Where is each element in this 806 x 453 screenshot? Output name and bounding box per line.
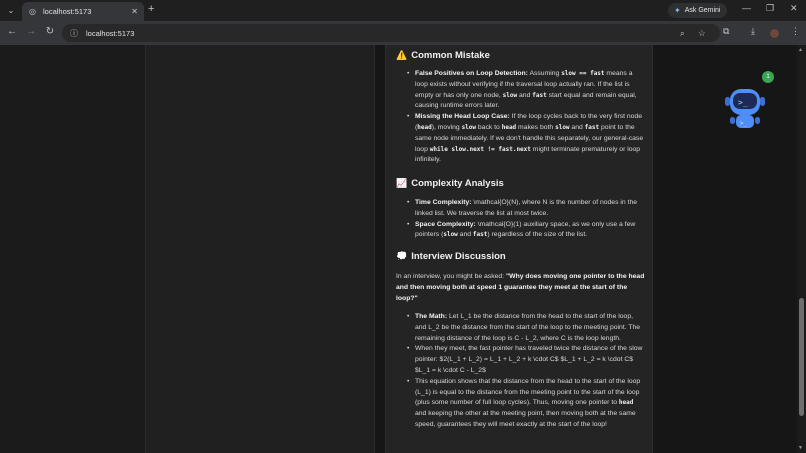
inline-code: while slow.next != fast.next xyxy=(429,145,531,153)
text: In an interview, you might be asked: xyxy=(396,273,506,280)
text: When they meet, the fast pointer has tra… xyxy=(415,345,643,374)
reload-icon[interactable]: ↻ xyxy=(43,26,57,37)
browser-window: ⌄ ◎ localhost:5173 ✕ + ✦ Ask Gemini — ❐ … xyxy=(0,0,806,453)
inline-code: slow xyxy=(443,231,458,239)
warning-icon: ⚠️ xyxy=(396,50,408,60)
text: Assuming xyxy=(527,70,562,77)
text: This equation shows that the distance fr… xyxy=(415,377,641,407)
interview-intro: In an interview, you might be asked: "Wh… xyxy=(396,272,646,304)
inline-code: slow xyxy=(555,123,570,131)
url-text: localhost:5173 xyxy=(86,28,135,38)
chart-increasing-icon: 📈 xyxy=(396,178,408,188)
text: and xyxy=(569,123,585,131)
site-info-icon[interactable]: ⓘ xyxy=(70,28,80,39)
globe-icon: ◎ xyxy=(29,7,36,16)
heading-text: Interview Discussion xyxy=(411,251,506,262)
text: and xyxy=(517,91,533,99)
item-heading: False Positives on Loop Detection: xyxy=(415,70,528,77)
list-item: When they meet, the fast pointer has tra… xyxy=(407,344,646,376)
inline-code: slow xyxy=(461,123,477,131)
list-item: Time Complexity: \mathcal{O}(N), where N… xyxy=(407,198,646,220)
common-mistake-heading: ⚠️ Common Mistake xyxy=(396,50,490,61)
svg-text:>_: >_ xyxy=(738,98,748,107)
inline-code: head xyxy=(501,123,517,131)
scroll-up-arrow-icon[interactable]: ▲ xyxy=(798,47,803,53)
text: ) regardless of the size of the list. xyxy=(487,231,588,239)
svg-text:>_: >_ xyxy=(740,120,748,127)
page-scrollbar[interactable]: ▲ ▼ xyxy=(797,45,806,453)
back-arrow-icon[interactable]: ← xyxy=(5,26,19,37)
item-heading: Space Complexity: xyxy=(415,220,476,228)
text: and keeping the other at the meeting poi… xyxy=(415,410,636,428)
item-heading: Missing the Head Loop Case: xyxy=(415,113,510,121)
ask-gemini-label: Ask Gemini xyxy=(684,7,721,14)
tab-search-icon[interactable]: ⌄ xyxy=(4,3,18,17)
download-icon[interactable]: ⤓ xyxy=(751,26,755,37)
extensions-icon[interactable]: ⧉ xyxy=(723,26,729,37)
forward-arrow-icon[interactable]: → xyxy=(24,26,38,37)
list-item: False Positives on Loop Detection: Assum… xyxy=(407,69,646,112)
browser-toolbar: ← → ↻ ⓘ localhost:5173 ⌕ ☆ ⧉ ⤓ ⋮ xyxy=(0,21,806,45)
inline-code: fast xyxy=(532,91,547,99)
inline-code: slow == fast xyxy=(561,70,605,77)
scroll-down-arrow-icon[interactable]: ▼ xyxy=(798,445,803,451)
item-heading: Time Complexity: xyxy=(415,199,472,206)
heading-text: Common Mistake xyxy=(411,50,490,61)
tab-strip: ⌄ ◎ localhost:5173 ✕ + ✦ Ask Gemini — ❐ … xyxy=(0,0,806,21)
close-window-button[interactable]: ✕ xyxy=(790,3,798,14)
interview-list: The Math: Let L_1 be the distance from t… xyxy=(396,312,646,431)
middle-panel xyxy=(145,45,375,453)
text: ), moving xyxy=(431,123,462,131)
inline-code: fast xyxy=(584,123,600,131)
notification-badge: 1 xyxy=(762,71,774,83)
list-item: The Math: Let L_1 be the distance from t… xyxy=(407,312,646,344)
interview-heading: 💭 Interview Discussion xyxy=(396,251,506,262)
page-viewport: ⚠️ Common Mistake False Positives on Loo… xyxy=(0,45,806,453)
heading-text: Complexity Analysis xyxy=(411,178,504,189)
thought-bubble-icon: 💭 xyxy=(396,251,408,261)
list-item: Missing the Head Loop Case: If the loop … xyxy=(407,112,646,166)
text: Let L_1 be the distance from the head to… xyxy=(415,313,641,342)
left-sidebar xyxy=(0,45,145,453)
profile-avatar[interactable] xyxy=(769,28,780,39)
new-tab-button[interactable]: + xyxy=(148,3,154,15)
inline-code: head xyxy=(618,399,634,407)
robot-assistant-icon[interactable]: >_ >_ xyxy=(722,83,768,133)
tab-localhost[interactable]: ◎ localhost:5173 ✕ xyxy=(22,2,144,21)
inline-code: slow xyxy=(502,91,518,99)
inline-code: head xyxy=(417,123,432,131)
ask-gemini-button[interactable]: ✦ Ask Gemini xyxy=(668,3,727,18)
tab-title: localhost:5173 xyxy=(43,7,92,16)
inline-code: fast xyxy=(472,231,488,239)
text: back to xyxy=(476,123,502,131)
text: and xyxy=(457,231,473,239)
minimize-button[interactable]: — xyxy=(742,3,751,13)
list-item: Space Complexity: \mathcal{O}(1) auxilia… xyxy=(407,220,646,242)
mistake-list: False Positives on Loop Detection: Assum… xyxy=(396,69,646,166)
scroll-thumb[interactable] xyxy=(799,298,804,416)
close-tab-icon[interactable]: ✕ xyxy=(131,7,138,16)
restore-button[interactable]: ❐ xyxy=(766,3,774,14)
solution-content: ⚠️ Common Mistake False Positives on Loo… xyxy=(385,45,653,453)
complexity-list: Time Complexity: \mathcal{O}(N), where N… xyxy=(396,198,646,241)
text: makes both xyxy=(516,123,556,131)
complexity-heading: 📈 Complexity Analysis xyxy=(396,178,504,189)
menu-kebab-icon[interactable]: ⋮ xyxy=(791,26,800,37)
bookmark-star-icon[interactable]: ☆ xyxy=(698,24,706,42)
list-item: This equation shows that the distance fr… xyxy=(407,377,646,431)
gemini-spark-icon: ✦ xyxy=(674,6,681,15)
address-bar[interactable]: ⓘ localhost:5173 ⌕ ☆ xyxy=(62,24,720,42)
zoom-icon[interactable]: ⌕ xyxy=(680,24,685,42)
item-heading: The Math: xyxy=(415,313,448,320)
